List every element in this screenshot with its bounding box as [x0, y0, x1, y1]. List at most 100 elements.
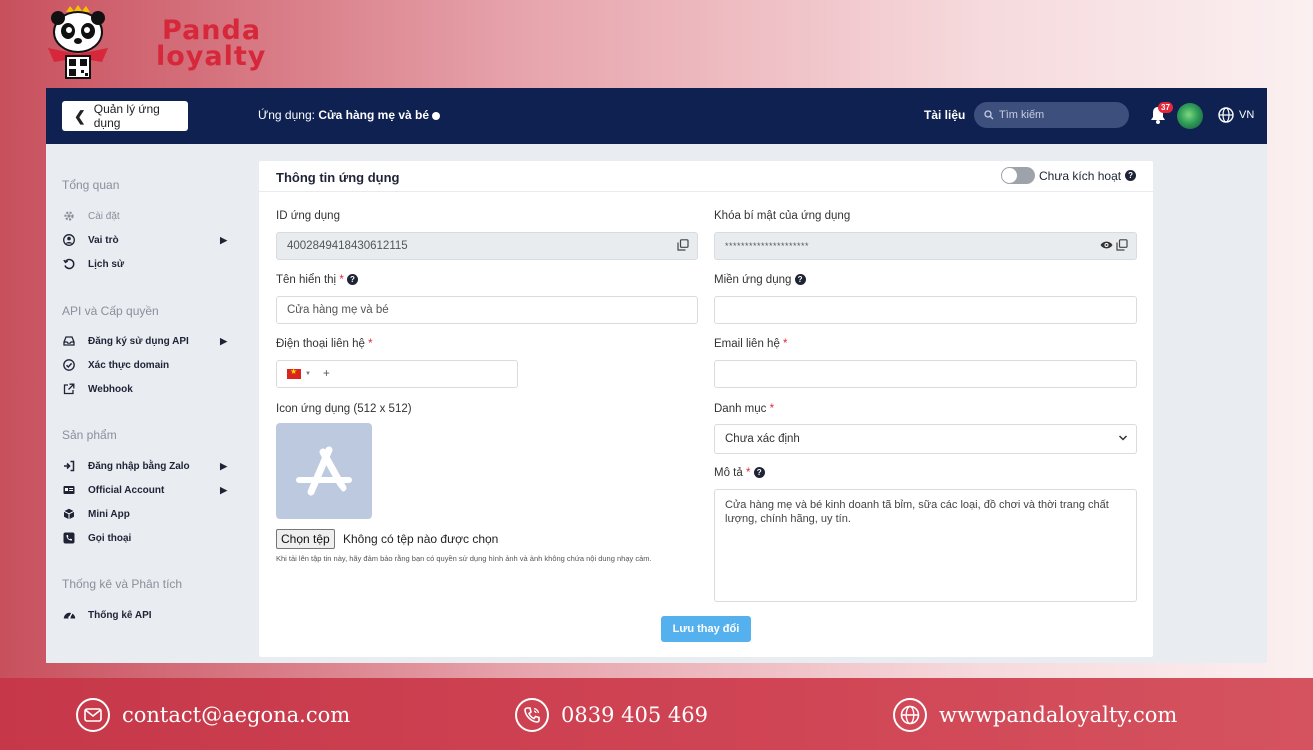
phone-field[interactable]: ▼ +	[276, 360, 518, 388]
sidebar-item-official-account[interactable]: Official Account ▶	[62, 482, 227, 498]
choose-file-button[interactable]: Chọn tệp	[276, 529, 335, 549]
domain-input[interactable]	[714, 296, 1137, 324]
category-label: Danh mục *	[714, 403, 774, 415]
vietnam-flag-icon[interactable]	[287, 367, 301, 379]
help-icon[interactable]: ?	[1125, 170, 1137, 181]
docs-link[interactable]: Tài liệu	[924, 108, 965, 122]
sidebar-item-label: Thống kê API	[88, 609, 152, 621]
sidebar-item-voice-call[interactable]: Gọi thoại	[62, 530, 227, 546]
sign-in-icon	[62, 459, 76, 473]
save-changes-button[interactable]: Lưu thay đổi	[661, 616, 751, 642]
caret-right-icon: ▶	[220, 460, 227, 471]
email-label-text: Email liên hệ	[714, 338, 780, 350]
activation-status-label: Chưa kích hoạt	[1039, 168, 1122, 183]
footer-website-text: wwwpandaloyalty.com	[939, 703, 1178, 727]
display-name-label-text: Tên hiển thị	[276, 274, 337, 286]
footer-website: wwwpandaloyalty.com	[893, 698, 1177, 732]
secret-key-value: *********************	[725, 241, 810, 251]
app-store-icon	[296, 446, 352, 497]
display-name-label: Tên hiển thị * ?	[276, 274, 358, 286]
search-icon	[984, 110, 994, 120]
sidebar-item-label: Gọi thoại	[88, 532, 132, 544]
help-icon[interactable]: ?	[753, 467, 765, 479]
eye-icon[interactable]	[1100, 240, 1113, 250]
phone-label: Điện thoại liên hệ *	[276, 338, 373, 350]
app-id-label: ID ứng dụng	[276, 210, 340, 222]
search-box[interactable]	[974, 102, 1129, 128]
secret-key-field: *********************	[714, 232, 1137, 260]
external-link-icon	[62, 382, 76, 396]
activation-status: Chưa kích hoạt ?	[1001, 167, 1137, 184]
icon-label: Icon ứng dụng (512 x 512)	[276, 403, 412, 415]
avatar[interactable]	[1177, 103, 1203, 129]
help-icon[interactable]: ?	[347, 274, 358, 286]
sidebar-item-webhook[interactable]: Webhook	[62, 381, 227, 397]
copy-icon[interactable]	[1116, 239, 1128, 251]
secret-key-label: Khóa bí mật của ứng dụng	[714, 210, 851, 222]
back-to-app-management-button[interactable]: ❮ Quản lý ứng dụng	[62, 101, 188, 131]
card-header: Thông tin ứng dụng Chưa kích hoạt ?	[259, 161, 1153, 192]
top-bar: ❮ Quản lý ứng dụng Ứng dụng: Cửa hàng mẹ…	[46, 88, 1267, 144]
language-switcher[interactable]: VN	[1218, 107, 1254, 123]
app-window: ❮ Quản lý ứng dụng Ứng dụng: Cửa hàng mẹ…	[46, 88, 1267, 663]
gear-icon	[62, 209, 76, 223]
panda-loyalty-logo: Panda loyalty	[44, 4, 265, 84]
sidebar-item-mini-app[interactable]: Mini App	[62, 506, 227, 522]
sidebar-item-roles[interactable]: Vai trò ▶	[62, 232, 227, 248]
domain-label: Miền ứng dụng ?	[714, 274, 806, 286]
sidebar-item-label: Đăng ký sử dụng API	[88, 335, 189, 347]
required-mark: *	[783, 338, 788, 350]
app-info-card: Thông tin ứng dụng Chưa kích hoạt ? ID ứ…	[259, 161, 1153, 657]
notification-badge: 37	[1158, 102, 1173, 113]
domain-label-text: Miền ứng dụng	[714, 274, 792, 286]
footer-phone-text: 0839 405 469	[561, 703, 708, 727]
sidebar-item-label: Cài đặt	[88, 210, 120, 222]
app-id-value: 4002849418430612115	[287, 240, 408, 252]
language-label: VN	[1239, 109, 1255, 121]
phone-icon	[515, 698, 549, 732]
sidebar-section-title: Tổng quan	[62, 178, 120, 192]
caret-down-icon[interactable]: ▼	[305, 371, 311, 377]
brand-line-2: loyalty	[156, 41, 267, 72]
copy-icon[interactable]	[677, 239, 689, 251]
sidebar-item-label: Mini App	[88, 508, 130, 520]
check-circle-icon	[62, 358, 76, 372]
upload-hint: Khi tải lên tập tin này, hãy đảm bảo rằn…	[276, 554, 652, 563]
globe-icon	[893, 698, 927, 732]
chevron-left-icon: ❮	[74, 107, 86, 124]
required-mark: *	[745, 467, 751, 479]
sidebar-section-title: Sản phẩm	[62, 428, 117, 442]
file-status: Không có tệp nào được chọn	[343, 532, 499, 546]
sidebar-item-domain-verification[interactable]: Xác thực domain	[62, 357, 227, 373]
chevron-down-icon	[1118, 435, 1128, 441]
phone-prefix: +	[322, 368, 330, 380]
sidebar-item-api-statistics[interactable]: Thống kê API	[62, 607, 227, 623]
search-input[interactable]	[999, 109, 1119, 121]
sidebar-item-settings[interactable]: Cài đặt	[62, 208, 227, 224]
history-icon	[62, 257, 76, 271]
required-mark: *	[339, 274, 344, 286]
sidebar-item-history[interactable]: Lịch sử	[62, 256, 227, 272]
app-title-name: Cửa hàng mẹ và bé	[318, 108, 430, 122]
phone-square-icon	[62, 531, 76, 545]
description-textarea[interactable]: Cửa hàng mẹ và bé kinh doanh tã bỉm, sữa…	[714, 489, 1137, 602]
sidebar-item-api-registration[interactable]: Đăng ký sử dụng API ▶	[62, 333, 227, 349]
category-select[interactable]: Chưa xác định	[714, 424, 1137, 454]
sidebar-item-label: Vai trò	[88, 234, 119, 246]
category-label-text: Danh mục	[714, 403, 767, 415]
sidebar-item-label: Đăng nhập bằng Zalo	[88, 460, 190, 472]
email-input[interactable]	[714, 360, 1137, 388]
email-label: Email liên hệ *	[714, 338, 788, 350]
user-circle-icon	[62, 233, 76, 247]
app-title: Ứng dụng: Cửa hàng mẹ và bé	[258, 108, 441, 122]
activation-toggle[interactable]	[1001, 167, 1035, 184]
cube-icon	[62, 507, 76, 521]
footer-bar: contact@aegona.com 0839 405 469 wwwpanda…	[0, 678, 1313, 750]
sidebar-item-zalo-login[interactable]: Đăng nhập bằng Zalo ▶	[62, 458, 227, 474]
sidebar-item-label: Official Account	[88, 484, 165, 496]
display-name-input[interactable]	[276, 296, 698, 324]
help-icon[interactable]: ?	[794, 274, 806, 286]
sidebar: Tổng quan Cài đặt Vai trò ▶ Lịch sử API …	[46, 144, 246, 663]
tachometer-icon	[62, 608, 76, 622]
category-value: Chưa xác định	[725, 433, 800, 445]
